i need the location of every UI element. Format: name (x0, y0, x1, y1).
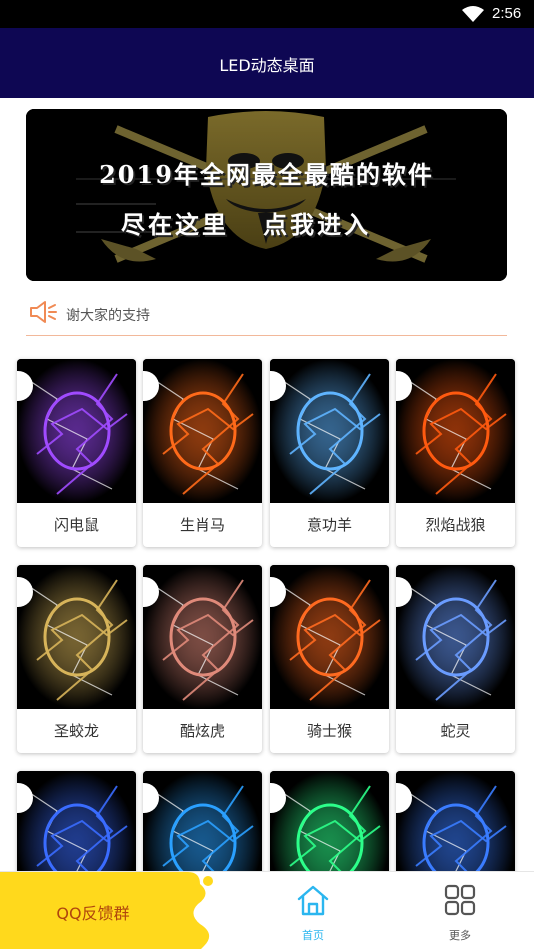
wallpaper-art (270, 565, 389, 709)
wallpaper-art (17, 359, 136, 503)
clock: 2:56 (492, 5, 522, 22)
title-bar: LED动态桌面 (0, 28, 534, 98)
wallpaper-art (143, 359, 262, 503)
wallpaper-label: 闪电鼠 (53, 516, 99, 534)
wallpaper-label: 意功羊 (306, 516, 352, 534)
wallpaper-label: 生肖马 (179, 516, 225, 534)
wallpaper-label: 骑士猴 (306, 722, 352, 740)
qq-feedback-label: QQ反馈群 (56, 904, 130, 923)
banner-artwork (26, 109, 507, 281)
wallpaper-thumbnail (270, 359, 389, 503)
wallpaper-thumbnail (17, 359, 136, 503)
wallpaper-art (396, 359, 515, 503)
wallpaper-thumbnail (17, 565, 136, 709)
wallpaper-label: 圣蛟龙 (53, 722, 99, 740)
wallpaper-art (396, 565, 515, 709)
wallpaper-label: 酷炫虎 (179, 722, 225, 740)
wallpaper-card[interactable]: 圣蛟龙 (17, 565, 136, 753)
page-title: LED动态桌面 (219, 56, 315, 75)
home-icon (297, 885, 329, 916)
nav-home[interactable]: 首页 (268, 872, 358, 949)
status-bar: 2:56 (0, 0, 534, 28)
grid-icon (444, 884, 476, 916)
wallpaper-card[interactable]: 蛇灵 (396, 565, 515, 753)
banner-subline: 尽在这里 点我进入 (121, 210, 372, 239)
wifi-icon (462, 6, 484, 22)
wallpaper-card[interactable]: 骑士猴 (270, 565, 389, 753)
nav-more[interactable]: 更多 (415, 872, 505, 949)
wallpaper-thumbnail (143, 359, 262, 503)
wallpaper-label: 烈焰战狼 (425, 516, 486, 534)
wallpaper-art (270, 359, 389, 503)
wallpaper-card[interactable]: 生肖马 (143, 359, 262, 547)
wallpaper-thumbnail (396, 565, 515, 709)
promo-banner[interactable]: 2019年全网最全最酷的软件 尽在这里 点我进入 (26, 109, 507, 281)
wallpaper-thumbnail (270, 565, 389, 709)
bottom-nav: QQ反馈群 首页 更多 (0, 871, 534, 949)
wallpaper-card[interactable]: 意功羊 (270, 359, 389, 547)
banner-headline: 2019年全网最全最酷的软件 (99, 160, 434, 189)
wallpaper-thumbnail (396, 359, 515, 503)
wallpaper-art (17, 565, 136, 709)
wallpaper-card[interactable]: 烈焰战狼 (396, 359, 515, 547)
wallpaper-thumbnail (143, 565, 262, 709)
wallpaper-art (143, 565, 262, 709)
qq-feedback-button[interactable]: QQ反馈群 (0, 872, 215, 949)
notice-bar: 谢大家的支持 (26, 296, 507, 336)
nav-more-label: 更多 (449, 929, 471, 942)
app-screen: 2:56 LED动态桌面 2019年全网最全最酷的软件 尽在这里 点我进入 谢大… (0, 0, 534, 949)
wallpaper-label: 蛇灵 (440, 722, 471, 740)
speaker-icon (30, 301, 57, 323)
wallpaper-card[interactable]: 酷炫虎 (143, 565, 262, 753)
notice-text: 谢大家的支持 (66, 308, 150, 324)
wallpaper-card[interactable]: 闪电鼠 (17, 359, 136, 547)
nav-home-label: 首页 (302, 929, 324, 942)
